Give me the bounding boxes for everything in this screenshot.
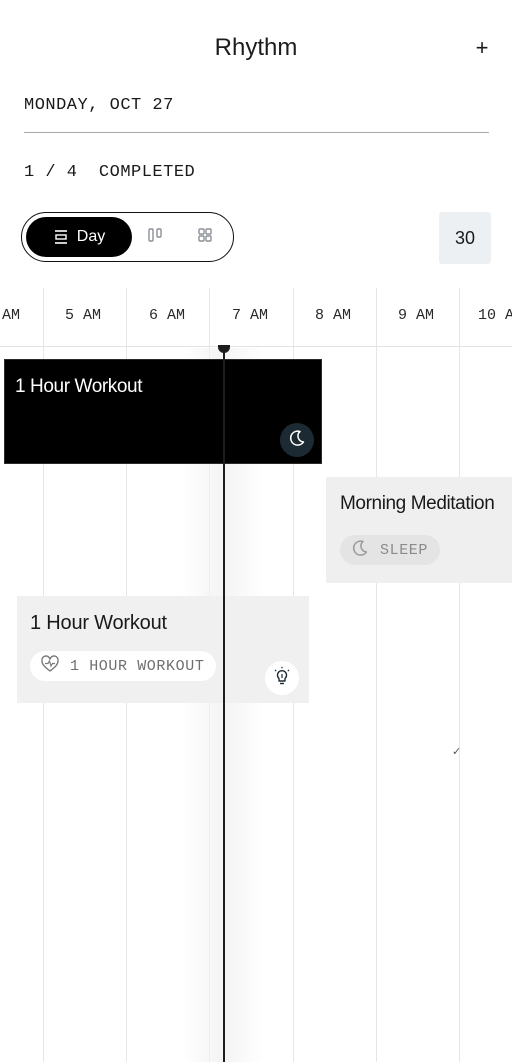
- event-type-button[interactable]: [280, 423, 314, 457]
- view-switcher: Day: [21, 212, 234, 262]
- zoom-level-button[interactable]: 30: [439, 212, 491, 264]
- columns-view-button[interactable]: [144, 226, 166, 248]
- event-tag-label: SLEEP: [380, 541, 429, 559]
- app-title: Rhythm: [214, 34, 298, 61]
- hour-label: 9 AM: [398, 307, 435, 324]
- completion-check-icon: ✓: [452, 746, 462, 758]
- event-card[interactable]: Morning Meditation SLEEP: [326, 477, 512, 583]
- add-button[interactable]: +: [470, 33, 494, 63]
- day-view-button[interactable]: Day: [26, 217, 132, 257]
- heart-pulse-icon: [40, 654, 60, 679]
- day-view-label: Day: [76, 228, 106, 245]
- hour-label: 8 AM: [315, 307, 352, 324]
- event-tag-label: 1 HOUR WORKOUT: [70, 657, 205, 675]
- event-tag: SLEEP: [340, 535, 441, 565]
- moon-icon: [350, 538, 370, 563]
- timeline-header-divider: [0, 346, 512, 347]
- moon-icon: [287, 428, 307, 453]
- timeline[interactable]: AM 5 AM 6 AM 7 AM 8 AM 9 AM 10 AM 1 Hour…: [0, 288, 512, 1062]
- hour-label: 10 AM: [478, 307, 512, 324]
- hour-label: 5 AM: [65, 307, 102, 324]
- hour-label: AM: [2, 307, 21, 324]
- event-title: 1 Hour Workout: [15, 376, 143, 397]
- grid-view-button[interactable]: [194, 226, 216, 248]
- event-type-button[interactable]: [265, 661, 299, 695]
- current-time-line: [223, 348, 225, 1062]
- list-view-icon: [53, 229, 69, 245]
- lightbulb-icon: [272, 666, 292, 691]
- date-label: MONDAY, OCT 27: [24, 96, 174, 115]
- hour-gridline: [459, 288, 460, 1062]
- completed-count: 1 / 4 COMPLETED: [24, 163, 196, 182]
- event-tag: 1 HOUR WORKOUT: [30, 651, 217, 681]
- event-title: Morning Meditation: [340, 493, 495, 514]
- event-title: 1 Hour Workout: [30, 612, 167, 634]
- hour-label: 6 AM: [149, 307, 186, 324]
- event-card[interactable]: 1 Hour Workout: [4, 359, 322, 464]
- grid-view-icon: [197, 227, 213, 248]
- columns-view-icon: [147, 227, 163, 248]
- hour-label: 7 AM: [232, 307, 269, 324]
- event-card[interactable]: 1 Hour Workout 1 HOUR WORKOUT: [17, 596, 309, 703]
- hour-gridline: [376, 288, 377, 1062]
- date-divider: [24, 132, 489, 133]
